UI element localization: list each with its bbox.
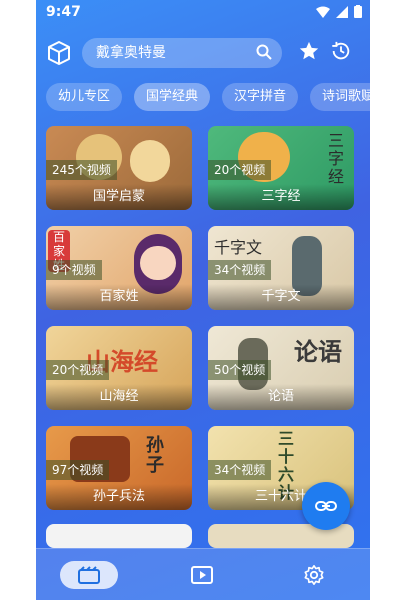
star-icon[interactable] xyxy=(298,40,320,62)
search-query: 戴拿奥特曼 xyxy=(96,45,166,61)
video-count: 20个视频 xyxy=(208,160,272,180)
card-qianziwen[interactable]: 千字文 34个视频 千字文 xyxy=(208,226,354,310)
card-title: 孙子兵法 xyxy=(46,484,192,510)
play-icon xyxy=(191,566,213,584)
card-partial-left[interactable] xyxy=(46,524,192,548)
card-title: 山海经 xyxy=(46,384,192,410)
history-icon[interactable] xyxy=(330,40,352,62)
status-time: 9:47 xyxy=(46,4,81,20)
card-title: 国学启蒙 xyxy=(46,184,192,210)
film-icon xyxy=(78,566,100,584)
tab-shici[interactable]: 诗词歌赋 xyxy=(310,83,370,111)
app-screen: 9:47 戴拿奥特曼 幼儿专区 国学经典 汉字拼音 诗词歌赋 245个视频 国学… xyxy=(36,0,370,600)
card-title: 三字经 xyxy=(208,184,354,210)
category-tabs: 幼儿专区 国学经典 汉字拼音 诗词歌赋 xyxy=(46,83,370,113)
status-icons xyxy=(316,5,362,18)
video-count: 245个视频 xyxy=(46,160,117,180)
tab-guoxue[interactable]: 国学经典 xyxy=(134,83,211,111)
link-icon xyxy=(315,501,337,511)
nav-video-list[interactable] xyxy=(60,561,118,589)
battery-icon xyxy=(354,5,362,18)
status-bar: 9:47 xyxy=(36,0,370,26)
nav-settings[interactable] xyxy=(300,561,328,589)
nav-player[interactable] xyxy=(188,561,216,589)
card-sunzibingfa[interactable]: 孙子 97个视频 孙子兵法 xyxy=(46,426,192,510)
card-title: 百家姓 xyxy=(46,284,192,310)
card-guoxueqimeng[interactable]: 245个视频 国学启蒙 xyxy=(46,126,192,210)
video-count: 9个视频 xyxy=(46,260,102,280)
gear-icon xyxy=(304,565,324,585)
link-fab[interactable] xyxy=(302,482,350,530)
video-count: 34个视频 xyxy=(208,260,272,280)
card-title: 论语 xyxy=(208,384,354,410)
card-baijiaxing[interactable]: 百家姓 9个视频 百家姓 xyxy=(46,226,192,310)
search-icon[interactable] xyxy=(256,44,272,60)
card-lunyu[interactable]: 论语 50个视频 论语 xyxy=(208,326,354,410)
tab-hanzi[interactable]: 汉字拼音 xyxy=(222,83,299,111)
video-count: 34个视频 xyxy=(208,460,272,480)
video-count: 50个视频 xyxy=(208,360,272,380)
cube-icon[interactable] xyxy=(46,40,72,66)
card-title: 千字文 xyxy=(208,284,354,310)
search-bar[interactable]: 戴拿奥特曼 xyxy=(82,38,282,68)
video-count: 20个视频 xyxy=(46,360,110,380)
card-shanhaijing[interactable]: 山海经 20个视频 山海经 xyxy=(46,326,192,410)
card-sanzijing[interactable]: 三字经 20个视频 三字经 xyxy=(208,126,354,210)
wifi-icon xyxy=(316,6,330,18)
bottom-nav xyxy=(36,548,370,600)
signal-icon xyxy=(336,5,348,18)
video-count: 97个视频 xyxy=(46,460,110,480)
tab-youer[interactable]: 幼儿专区 xyxy=(46,83,123,111)
